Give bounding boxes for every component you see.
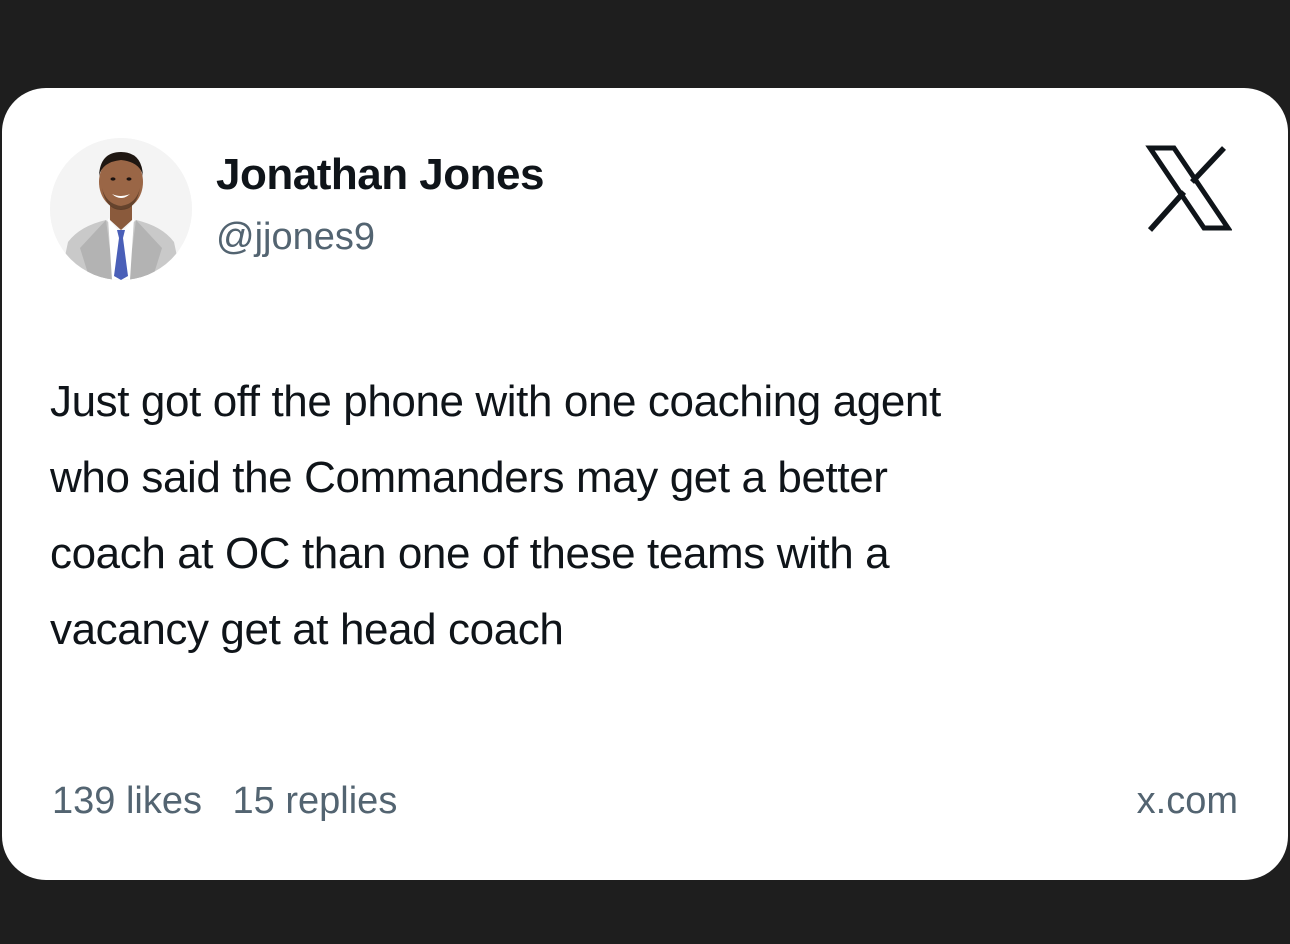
post-text: Just got off the phone with one coaching… [50, 364, 1230, 668]
likes-count[interactable]: 139 likes [52, 780, 202, 822]
replies-count[interactable]: 15 replies [233, 780, 398, 822]
author-name[interactable]: Jonathan Jones [216, 150, 544, 200]
avatar[interactable] [50, 138, 192, 280]
post-text-line: Just got off the phone with one coaching… [50, 377, 941, 426]
profile-photo [50, 138, 192, 280]
post-text-line: who said the Commanders may get a better [50, 453, 888, 502]
x-logo-icon[interactable] [1144, 144, 1232, 232]
source-link[interactable]: x.com [1137, 780, 1238, 823]
author-handle[interactable]: @jjones9 [216, 216, 375, 259]
engagement-stats: 139 likes 15 replies [52, 780, 397, 823]
post-text-line: vacancy get at head coach [50, 605, 564, 654]
post-text-line: coach at OC than one of these teams with… [50, 529, 890, 578]
